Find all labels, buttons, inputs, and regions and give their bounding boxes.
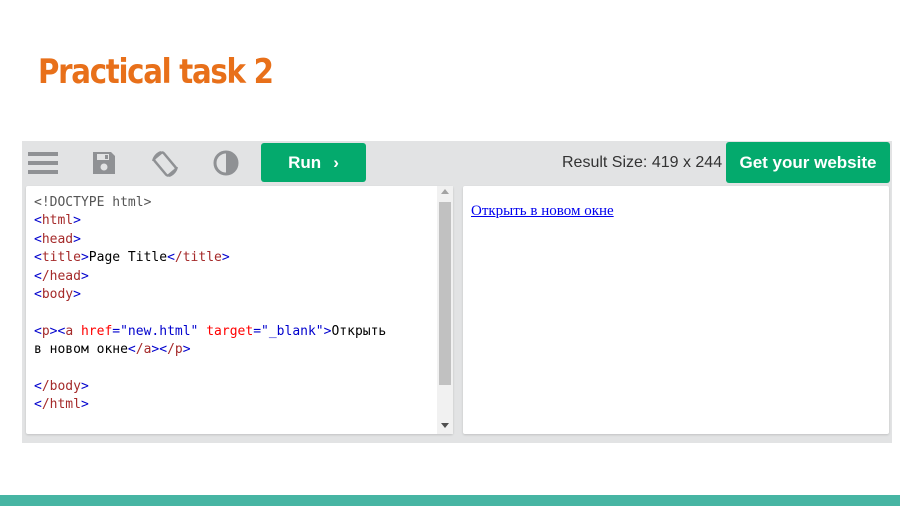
- code-target-value: "_blank": [261, 323, 324, 339]
- half-contrast-icon[interactable]: [212, 150, 242, 176]
- editor-toolbar: Run › Result Size: 419 x 244 Get your we…: [22, 141, 892, 184]
- hamburger-menu-icon[interactable]: [28, 150, 58, 176]
- code-title-open: title: [41, 250, 81, 266]
- code-target-attr: target: [206, 323, 254, 339]
- code-link-text-2: в новом окне: [34, 342, 128, 358]
- code-head-close: /head: [41, 268, 81, 284]
- code-p-open: p: [41, 323, 50, 339]
- scroll-up-arrow-icon[interactable]: [441, 189, 449, 194]
- footer-bar: [0, 495, 900, 506]
- code-link-text-1: Открыть: [331, 323, 387, 339]
- result-pane: Открыть в новом окне: [463, 186, 889, 434]
- code-href-value: "new.html": [120, 323, 199, 339]
- code-body-close: /body: [41, 379, 81, 395]
- code-editor-frame: Run › Result Size: 419 x 244 Get your we…: [22, 141, 892, 443]
- get-your-website-button[interactable]: Get your website: [726, 142, 890, 183]
- code-html-close: /html: [41, 397, 81, 413]
- code-head-open: head: [41, 231, 74, 247]
- code-a-open: a: [65, 323, 74, 339]
- code-body-open: body: [41, 287, 74, 303]
- floppy-disk-icon[interactable]: [91, 150, 121, 176]
- code-text[interactable]: <!DOCTYPE html> <html> <head> <title>Pag…: [34, 194, 386, 415]
- slide-title: Practical task 2: [38, 52, 274, 92]
- code-pane[interactable]: <!DOCTYPE html> <html> <head> <title>Pag…: [26, 186, 453, 434]
- code-scrollbar[interactable]: [437, 186, 453, 434]
- code-title-text: Page Title: [88, 250, 168, 266]
- rotate-screen-icon[interactable]: [150, 150, 180, 177]
- code-href-attr: href: [80, 323, 113, 339]
- open-in-new-window-link[interactable]: Открыть в новом окне: [471, 203, 614, 220]
- code-doctype: <!DOCTYPE html>: [34, 195, 152, 210]
- code-p-close: /p: [167, 342, 183, 358]
- code-title-close: /title: [174, 250, 222, 266]
- run-button-label: Run: [288, 152, 322, 172]
- result-size-label: Result Size: 419 x 244: [562, 154, 723, 171]
- scroll-down-arrow-icon[interactable]: [441, 423, 449, 428]
- chevron-right-icon: ›: [333, 152, 339, 172]
- scrollbar-thumb[interactable]: [439, 202, 451, 385]
- run-button[interactable]: Run ›: [261, 143, 366, 182]
- code-a-close: /a: [135, 342, 152, 358]
- code-html-open: html: [41, 213, 74, 229]
